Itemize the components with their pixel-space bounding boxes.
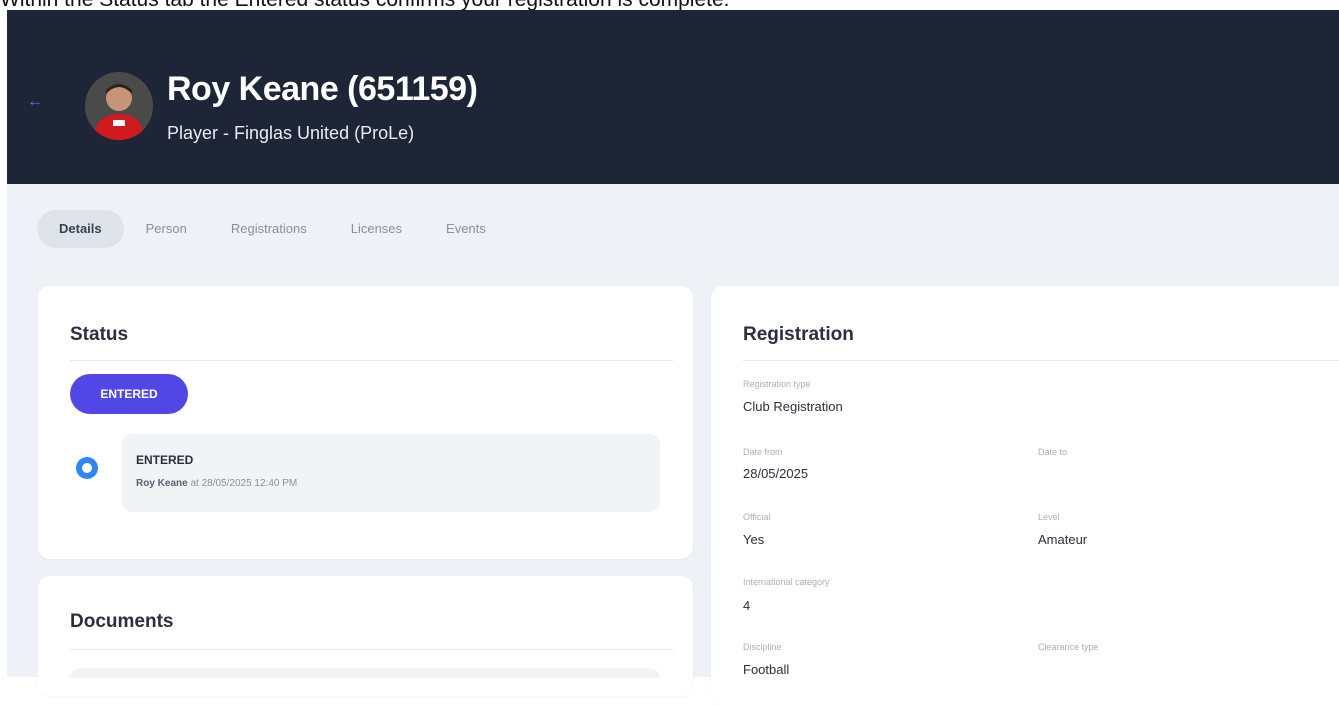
status-event: ENTERED Roy Keane at 28/05/2025 12:40 PM [122,434,660,512]
status-radio-icon [76,457,98,479]
event-title: ENTERED [136,453,194,467]
event-user: Roy Keane [136,478,188,489]
level-label: Level [1038,512,1060,522]
discipline-value: Football [743,662,790,677]
status-card-title: Status [70,324,129,345]
tab-events[interactable]: Events [424,210,508,248]
date-from-value: 28/05/2025 [743,466,809,481]
documents-card: Documents [38,576,693,696]
status-divider [70,360,673,361]
tab-bar: Details Person Registrations Licenses Ev… [37,209,508,249]
avatar [85,72,153,140]
page-title: Roy Keane (651159) [167,70,478,108]
page-header: ← Roy Keane (651159) Player - Finglas Un… [7,10,1339,184]
page-subtitle: Player - Finglas United (ProLe) [167,123,415,143]
discipline-label: Discipline [743,642,782,652]
international-category-value: 4 [743,598,751,613]
content-area: Details Person Registrations Licenses Ev… [7,184,1339,706]
level-value: Amateur [1038,532,1088,547]
status-badge: ENTERED [70,374,188,414]
date-to-label: Date to [1038,447,1068,457]
registration-type-label: Registration type [743,379,811,389]
tab-registrations[interactable]: Registrations [209,210,329,248]
registration-card: Registration Registration type Club Regi… [711,286,1339,706]
tab-details[interactable]: Details [37,210,124,248]
date-from-label: Date from [743,447,783,457]
event-meta: Roy Keane at 28/05/2025 12:40 PM [136,478,297,489]
international-category-label: International category [743,577,830,587]
documents-divider [70,649,673,650]
documents-card-title: Documents [70,611,174,632]
tab-person[interactable]: Person [124,210,209,248]
official-label: Official [743,512,771,522]
event-timestamp: at 28/05/2025 12:40 PM [190,478,298,489]
registration-divider [743,360,1339,361]
tab-licenses[interactable]: Licenses [329,210,424,248]
player-photo [85,72,153,140]
back-arrow-icon[interactable]: ← [27,94,43,110]
clearance-type-label: Clearance type [1038,642,1099,652]
status-card: Status ENTERED ENTERED Roy Keane at 28/0… [38,286,693,559]
registration-type-value: Club Registration [743,399,843,414]
registration-card-title: Registration [743,324,854,345]
official-value: Yes [743,532,765,547]
